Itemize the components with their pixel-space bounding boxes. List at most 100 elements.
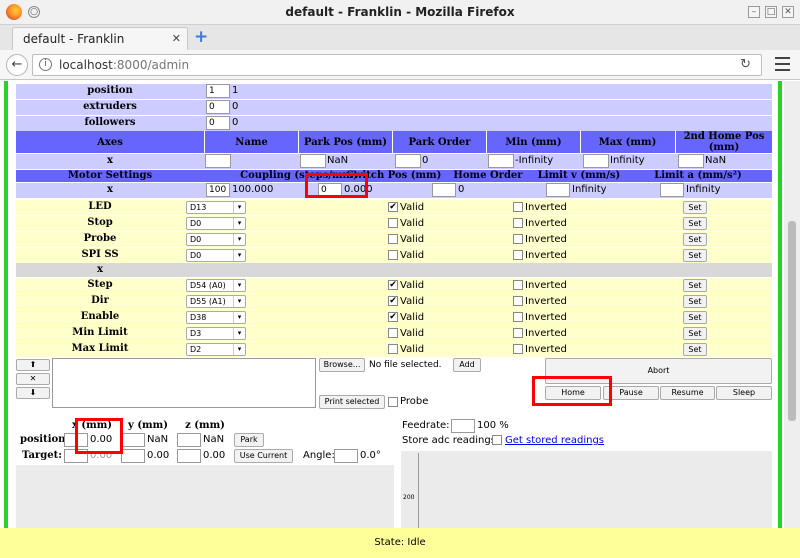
pin-select[interactable]: D54 (A0) ▾: [186, 279, 246, 292]
inverted-checkbox[interactable]: [513, 344, 523, 354]
window-titlebar: ○ default - Franklin - Mozilla Firefox –…: [0, 0, 800, 25]
get-stored-readings-link[interactable]: Get stored readings: [505, 435, 604, 446]
back-arrow-icon[interactable]: ←: [6, 54, 28, 76]
close-window-icon[interactable]: ✕: [782, 6, 794, 18]
min-input[interactable]: [488, 154, 514, 168]
new-tab-icon[interactable]: +: [194, 28, 210, 46]
chevron-down-icon: ▾: [233, 296, 245, 307]
info-icon[interactable]: i: [39, 58, 52, 71]
pin-select[interactable]: D0 ▾: [186, 233, 246, 246]
browser-tab[interactable]: default - Franklin ✕: [12, 27, 188, 50]
feedrate-input[interactable]: [451, 419, 475, 433]
max-value: Infinity: [610, 155, 645, 166]
move-canvas[interactable]: [16, 465, 394, 529]
move-up-button[interactable]: ⬆: [16, 359, 50, 371]
valid-checkbox[interactable]: [388, 218, 398, 228]
max-input[interactable]: [583, 154, 609, 168]
pin-select-value: D2: [190, 345, 202, 354]
use-current-button[interactable]: Use Current: [234, 449, 293, 463]
axis-label: x: [107, 155, 113, 166]
inverted-checkbox[interactable]: [513, 296, 523, 306]
tab-close-icon[interactable]: ✕: [172, 32, 181, 45]
axes-header: Axes: [97, 137, 123, 148]
inverted-checkbox[interactable]: [513, 250, 523, 260]
valid-checkbox[interactable]: ✔: [388, 202, 398, 212]
pin-select[interactable]: D2 ▾: [186, 343, 246, 356]
pin-select-value: D3: [190, 329, 202, 338]
pin-label: Stop: [87, 217, 113, 228]
general-input[interactable]: 1: [206, 84, 230, 98]
print-selected-button[interactable]: Print selected: [319, 395, 385, 409]
maximize-icon[interactable]: □: [765, 6, 777, 18]
highlight-x-position: [75, 418, 123, 454]
inverted-checkbox[interactable]: [513, 280, 523, 290]
sleep-button[interactable]: Sleep: [716, 386, 772, 400]
general-input[interactable]: 0: [206, 116, 230, 130]
set-button[interactable]: Set: [683, 311, 707, 324]
set-button[interactable]: Set: [683, 279, 707, 292]
adc-label: Store adc readings: [402, 435, 496, 446]
valid-checkbox[interactable]: ✔: [388, 280, 398, 290]
pin-select[interactable]: D38 ▾: [186, 311, 246, 324]
valid-label: Valid: [400, 250, 425, 261]
inverted-checkbox[interactable]: [513, 202, 523, 212]
set-button[interactable]: Set: [683, 295, 707, 308]
set-button[interactable]: Set: [683, 249, 707, 262]
inverted-checkbox[interactable]: [513, 312, 523, 322]
set-button[interactable]: Set: [683, 201, 707, 214]
valid-checkbox[interactable]: ✔: [388, 312, 398, 322]
y-target-input[interactable]: [121, 449, 145, 463]
pin-label: Max Limit: [71, 343, 129, 354]
pin-select[interactable]: D55 (A1) ▾: [186, 295, 246, 308]
limit-a-input[interactable]: [660, 183, 684, 197]
pin-select[interactable]: D0 ▾: [186, 217, 246, 230]
z-target-input[interactable]: [177, 449, 201, 463]
hamburger-menu-icon[interactable]: [775, 57, 790, 71]
minimize-icon[interactable]: –: [748, 6, 760, 18]
valid-checkbox[interactable]: [388, 328, 398, 338]
probe-checkbox[interactable]: [388, 397, 398, 407]
valid-label: Valid: [400, 296, 425, 307]
set-button[interactable]: Set: [683, 217, 707, 230]
url-bar[interactable]: i localhost:8000/admin ↻: [32, 54, 762, 76]
y-position-input[interactable]: [121, 433, 145, 447]
park-pos-input[interactable]: [300, 154, 326, 168]
y-target-value: 0.00: [147, 450, 170, 461]
inverted-checkbox[interactable]: [513, 328, 523, 338]
valid-checkbox[interactable]: [388, 250, 398, 260]
home-order-input[interactable]: [432, 183, 456, 197]
angle-input[interactable]: [334, 449, 358, 463]
set-button[interactable]: Set: [683, 343, 707, 356]
coupling-input[interactable]: 100: [206, 183, 230, 197]
home2-input[interactable]: [678, 154, 704, 168]
browse-button[interactable]: Browse...: [319, 358, 365, 372]
pin-select[interactable]: D0 ▾: [186, 249, 246, 262]
valid-checkbox[interactable]: [388, 344, 398, 354]
inverted-label: Inverted: [525, 218, 567, 229]
page-scrollbar[interactable]: [784, 81, 800, 531]
file-list[interactable]: [52, 358, 316, 408]
set-button[interactable]: Set: [683, 233, 707, 246]
valid-checkbox[interactable]: ✔: [388, 296, 398, 306]
min-value: -Infinity: [515, 155, 554, 166]
file-status: No file selected.: [369, 360, 442, 370]
pin-select[interactable]: D3 ▾: [186, 327, 246, 340]
inverted-checkbox[interactable]: [513, 234, 523, 244]
valid-checkbox[interactable]: [388, 234, 398, 244]
limit-v-input[interactable]: [546, 183, 570, 197]
add-file-button[interactable]: Add: [453, 358, 481, 372]
set-button[interactable]: Set: [683, 327, 707, 340]
resume-button[interactable]: Resume: [660, 386, 715, 400]
pin-select[interactable]: D13 ▾: [186, 201, 246, 214]
move-down-button[interactable]: ⬇: [16, 387, 50, 399]
general-input[interactable]: 0: [206, 100, 230, 114]
park-button[interactable]: Park: [234, 433, 264, 447]
inverted-checkbox[interactable]: [513, 218, 523, 228]
adc-checkbox[interactable]: [492, 435, 502, 445]
axis-name-input[interactable]: [205, 154, 231, 168]
park-order-input[interactable]: [395, 154, 421, 168]
chevron-down-icon: ▾: [233, 328, 245, 339]
remove-file-button[interactable]: ✕: [16, 373, 50, 385]
reload-icon[interactable]: ↻: [740, 57, 751, 72]
z-position-input[interactable]: [177, 433, 201, 447]
